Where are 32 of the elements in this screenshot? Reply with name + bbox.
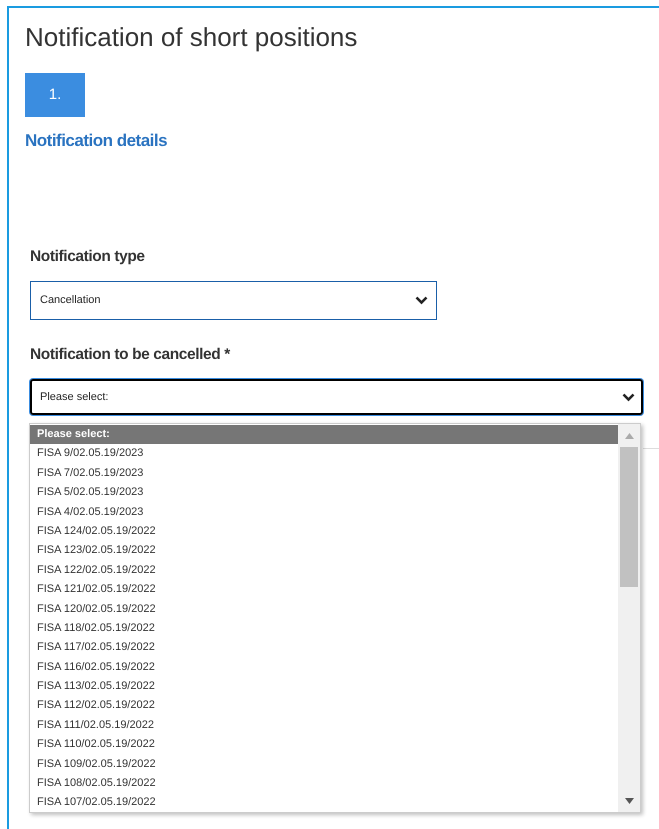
select-field[interactable]: Cancellation xyxy=(30,281,437,320)
page-title: Notification of short positions xyxy=(25,22,358,52)
dropdown-option[interactable]: FISA 118/02.05.19/2022 xyxy=(30,618,618,638)
dropdown-option[interactable]: FISA 7/02.05.19/2023 xyxy=(30,464,618,484)
dropdown-option[interactable]: FISA 107/02.05.19/2022 xyxy=(30,793,618,813)
dropdown-option[interactable]: FISA 5/02.05.19/2023 xyxy=(30,483,618,503)
scroll-up-icon[interactable] xyxy=(625,433,634,439)
select-field[interactable]: Please select: xyxy=(30,379,643,415)
dropdown-option[interactable]: FISA 124/02.05.19/2022 xyxy=(30,522,618,542)
scroll-down-icon[interactable] xyxy=(625,798,634,804)
dropdown-option[interactable]: FISA 122/02.05.19/2022 xyxy=(30,560,618,580)
dropdown-option[interactable]: FISA 111/02.05.19/2022 xyxy=(30,716,618,736)
dropdown-option[interactable]: FISA 120/02.05.19/2022 xyxy=(30,600,618,619)
dropdown-option[interactable]: FISA 9/02.05.19/2023 xyxy=(30,444,618,464)
dropdown-option[interactable]: FISA 110/02.05.19/2022 xyxy=(30,735,618,755)
chevron-down-icon xyxy=(622,392,635,402)
dropdown-option[interactable]: FISA 112/02.05.19/2022 xyxy=(30,696,618,716)
chevron-down-icon xyxy=(415,296,428,305)
dropdown-option[interactable]: FISA 116/02.05.19/2022 xyxy=(30,658,618,678)
dropdown-option[interactable]: FISA 113/02.05.19/2022 xyxy=(30,677,618,696)
dropdown-option[interactable]: Please select: xyxy=(30,425,618,444)
dropdown-option[interactable]: FISA 4/02.05.19/2023 xyxy=(30,502,618,522)
scrollbar[interactable] xyxy=(618,424,640,812)
field-label: Notification to be cancelled * xyxy=(30,345,232,365)
dropdown-option[interactable]: FISA 117/02.05.19/2022 xyxy=(30,638,618,658)
dropdown-option[interactable]: FISA 108/02.05.19/2022 xyxy=(30,774,618,794)
field-label: Notification type xyxy=(30,247,146,267)
scrollbar-thumb[interactable] xyxy=(620,447,638,587)
dropdown-option[interactable]: FISA 123/02.05.19/2022 xyxy=(30,541,618,561)
step-title: Notification details xyxy=(25,131,168,151)
dropdown-option[interactable]: FISA 109/02.05.19/2022 xyxy=(30,754,618,774)
dropdown-option[interactable]: FISA 121/02.05.19/2022 xyxy=(30,580,618,600)
